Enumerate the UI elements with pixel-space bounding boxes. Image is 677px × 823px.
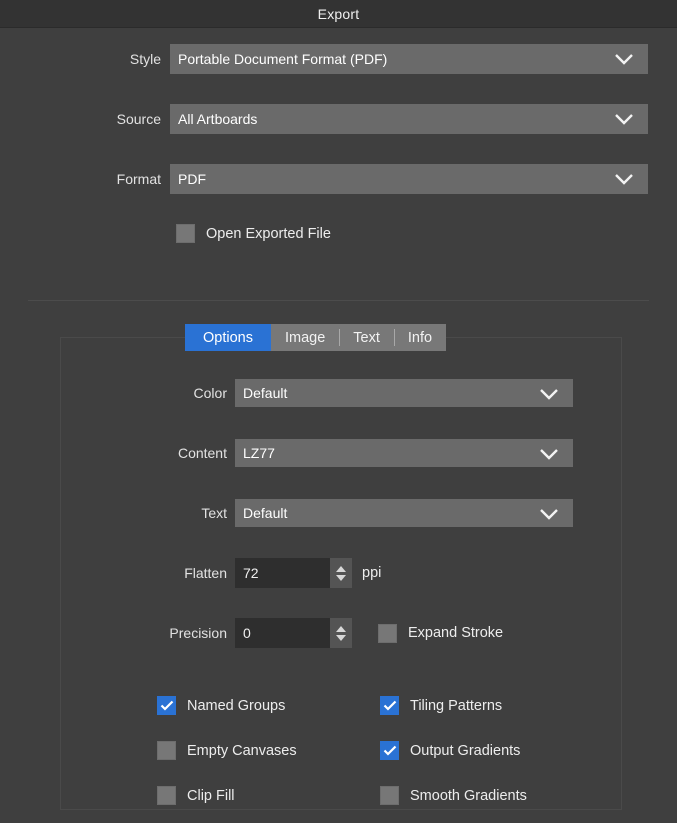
flatten-label: Flatten — [184, 565, 227, 581]
style-row: Style Portable Document Format (PDF) — [0, 44, 677, 74]
style-label: Style — [129, 51, 161, 67]
empty-canvases-checkbox[interactable] — [157, 741, 176, 760]
format-row: Format PDF — [0, 164, 677, 194]
format-label: Format — [116, 171, 161, 187]
tab-strip: Options Image Text Info — [185, 324, 447, 351]
precision-spinner-buttons[interactable] — [330, 618, 352, 648]
open-exported-file-checkbox[interactable] — [176, 224, 195, 243]
top-form: Style Portable Document Format (PDF) Sou… — [0, 28, 677, 243]
precision-label: Precision — [169, 625, 227, 641]
tiling-patterns-checkbox[interactable] — [380, 696, 399, 715]
style-value: Portable Document Format (PDF) — [178, 51, 388, 67]
chevron-down-icon — [614, 44, 634, 74]
smooth-gradients-row[interactable]: Smooth Gradients — [380, 786, 527, 805]
text-row: Text Default — [60, 499, 622, 527]
source-row: Source All Artboards — [0, 104, 677, 134]
checkbox-line: Clip Fill Smooth Gradients — [157, 773, 627, 818]
flatten-spinner-buttons[interactable] — [330, 558, 352, 588]
tab-text-label: Text — [353, 329, 380, 346]
chevron-down-icon — [539, 439, 559, 469]
export-dialog: Export Style Portable Document Format (P… — [0, 0, 677, 823]
chevron-down-icon — [539, 499, 559, 529]
options-checkbox-grid: Named Groups Tiling Patterns Empty Canva… — [157, 683, 627, 818]
text-value: Default — [243, 505, 288, 521]
color-value: Default — [243, 385, 288, 401]
checkbox-line: Empty Canvases Output Gradients — [157, 728, 627, 773]
tab-image[interactable]: Image — [270, 324, 340, 351]
smooth-gradients-label: Smooth Gradients — [410, 787, 527, 804]
precision-row: Precision 0 Expand Stroke — [60, 618, 622, 648]
named-groups-checkbox[interactable] — [157, 696, 176, 715]
clip-fill-label: Clip Fill — [187, 787, 235, 804]
text-dropdown[interactable]: Default — [235, 499, 573, 527]
source-dropdown[interactable]: All Artboards — [170, 104, 648, 134]
named-groups-label: Named Groups — [187, 697, 286, 714]
options-panel: Color Default Content LZ77 Text Default — [60, 337, 622, 648]
empty-canvases-label: Empty Canvases — [187, 742, 297, 759]
format-dropdown[interactable]: PDF — [170, 164, 648, 194]
content-row: Content LZ77 — [60, 439, 622, 467]
precision-stepper[interactable]: 0 — [235, 618, 352, 648]
open-exported-file-row[interactable]: Open Exported File — [176, 224, 677, 243]
flatten-unit-label: ppi — [362, 565, 382, 581]
tab-options-label: Options — [203, 329, 253, 346]
empty-canvases-row[interactable]: Empty Canvases — [157, 741, 380, 760]
named-groups-row[interactable]: Named Groups — [157, 696, 380, 715]
expand-stroke-label: Expand Stroke — [408, 625, 504, 641]
chevron-down-icon — [539, 379, 559, 409]
color-label: Color — [193, 385, 227, 401]
source-value: All Artboards — [178, 111, 258, 127]
clip-fill-row[interactable]: Clip Fill — [157, 786, 380, 805]
smooth-gradients-checkbox[interactable] — [380, 786, 399, 805]
tiling-patterns-row[interactable]: Tiling Patterns — [380, 696, 502, 715]
tiling-patterns-label: Tiling Patterns — [410, 697, 503, 714]
expand-stroke-checkbox[interactable] — [378, 623, 397, 643]
text-label: Text — [201, 505, 227, 521]
expand-stroke-row[interactable]: Expand Stroke — [378, 623, 504, 643]
dialog-titlebar: Export — [0, 0, 677, 28]
chevron-down-icon — [614, 104, 634, 134]
dialog-title: Export — [317, 5, 360, 22]
tab-options[interactable]: Options — [185, 324, 271, 351]
output-gradients-row[interactable]: Output Gradients — [380, 741, 520, 760]
spinner-up-icon[interactable] — [336, 625, 346, 632]
flatten-stepper[interactable]: 72 — [235, 558, 352, 588]
output-gradients-checkbox[interactable] — [380, 741, 399, 760]
flatten-value: 72 — [243, 565, 259, 581]
output-gradients-label: Output Gradients — [410, 742, 521, 759]
tab-info-label: Info — [407, 329, 433, 346]
checkbox-line: Named Groups Tiling Patterns — [157, 683, 627, 728]
clip-fill-checkbox[interactable] — [157, 786, 176, 805]
tab-image-label: Image — [284, 329, 326, 346]
tab-text[interactable]: Text — [339, 324, 394, 351]
precision-value: 0 — [243, 625, 251, 641]
source-label: Source — [116, 111, 161, 127]
tab-info[interactable]: Info — [393, 324, 447, 351]
spinner-down-icon[interactable] — [336, 574, 346, 581]
color-row: Color Default — [60, 379, 622, 407]
content-dropdown[interactable]: LZ77 — [235, 439, 573, 467]
flatten-row: Flatten 72 ppi — [60, 558, 622, 588]
chevron-down-icon — [614, 164, 634, 194]
section-divider — [28, 300, 649, 301]
open-exported-file-label: Open Exported File — [206, 225, 331, 242]
content-label: Content — [177, 445, 227, 461]
format-value: PDF — [178, 171, 206, 187]
spinner-down-icon[interactable] — [336, 634, 346, 641]
content-value: LZ77 — [243, 445, 275, 461]
spinner-up-icon[interactable] — [336, 565, 346, 572]
style-dropdown[interactable]: Portable Document Format (PDF) — [170, 44, 648, 74]
color-dropdown[interactable]: Default — [235, 379, 573, 407]
